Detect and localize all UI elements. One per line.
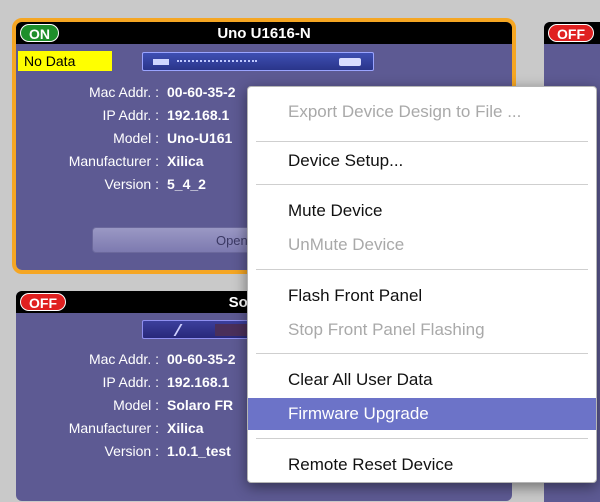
context-menu: Export Device Design to File ... Device … [247, 86, 597, 483]
model-value: Uno-U161 [167, 130, 233, 146]
model-label: Model : [113, 397, 159, 413]
mac-label: Mac Addr. : [88, 84, 159, 100]
manufacturer-label: Manufacturer : [68, 420, 159, 436]
model-label: Model : [113, 130, 159, 146]
menu-item-export-design[interactable]: Export Device Design to File ... [248, 96, 596, 128]
ip-label: IP Addr. : [102, 374, 159, 390]
menu-item-unmute-device[interactable]: UnMute Device [248, 229, 596, 261]
model-value: Solaro FR [167, 397, 234, 413]
menu-separator [256, 438, 588, 439]
mac-value: 00-60-35-2 [167, 351, 236, 367]
device-name: Sol [228, 294, 252, 311]
version-value: 1.0.1_test [167, 443, 231, 459]
ip-label: IP Addr. : [102, 107, 159, 123]
mac-label: Mac Addr. : [88, 351, 159, 367]
status-pill-off[interactable]: OFF [548, 24, 594, 42]
menu-item-firmware-upgrade[interactable]: Firmware Upgrade [248, 398, 596, 430]
menu-separator [256, 184, 588, 185]
ip-value: 192.168.1 [167, 374, 230, 390]
menu-separator [256, 141, 588, 142]
menu-separator [256, 353, 588, 354]
no-data-badge: No Data [18, 51, 112, 71]
manufacturer-value: Xilica [167, 153, 204, 169]
manufacturer-label: Manufacturer : [68, 153, 159, 169]
device-titlebar-right: OFF [544, 22, 600, 44]
version-label: Version : [104, 443, 159, 459]
version-label: Version : [104, 176, 159, 192]
device-titlebar: ON Uno U1616-N [16, 22, 512, 44]
version-value: 5_4_2 [167, 176, 206, 192]
menu-item-stop-flashing[interactable]: Stop Front Panel Flashing [248, 314, 596, 346]
manufacturer-value: Xilica [167, 420, 204, 436]
ip-value: 192.168.1 [167, 107, 230, 123]
menu-item-clear-user-data[interactable]: Clear All User Data [248, 364, 596, 396]
menu-item-flash-front-panel[interactable]: Flash Front Panel [248, 280, 596, 312]
menu-item-mute-device[interactable]: Mute Device [248, 195, 596, 227]
menu-item-device-setup[interactable]: Device Setup... [248, 145, 596, 177]
menu-item-remote-reset[interactable]: Remote Reset Device [248, 449, 596, 481]
device-front-panel-image [142, 52, 374, 71]
device-name: Uno U1616-N [217, 25, 311, 42]
mac-value: 00-60-35-2 [167, 84, 236, 100]
menu-separator [256, 269, 588, 270]
